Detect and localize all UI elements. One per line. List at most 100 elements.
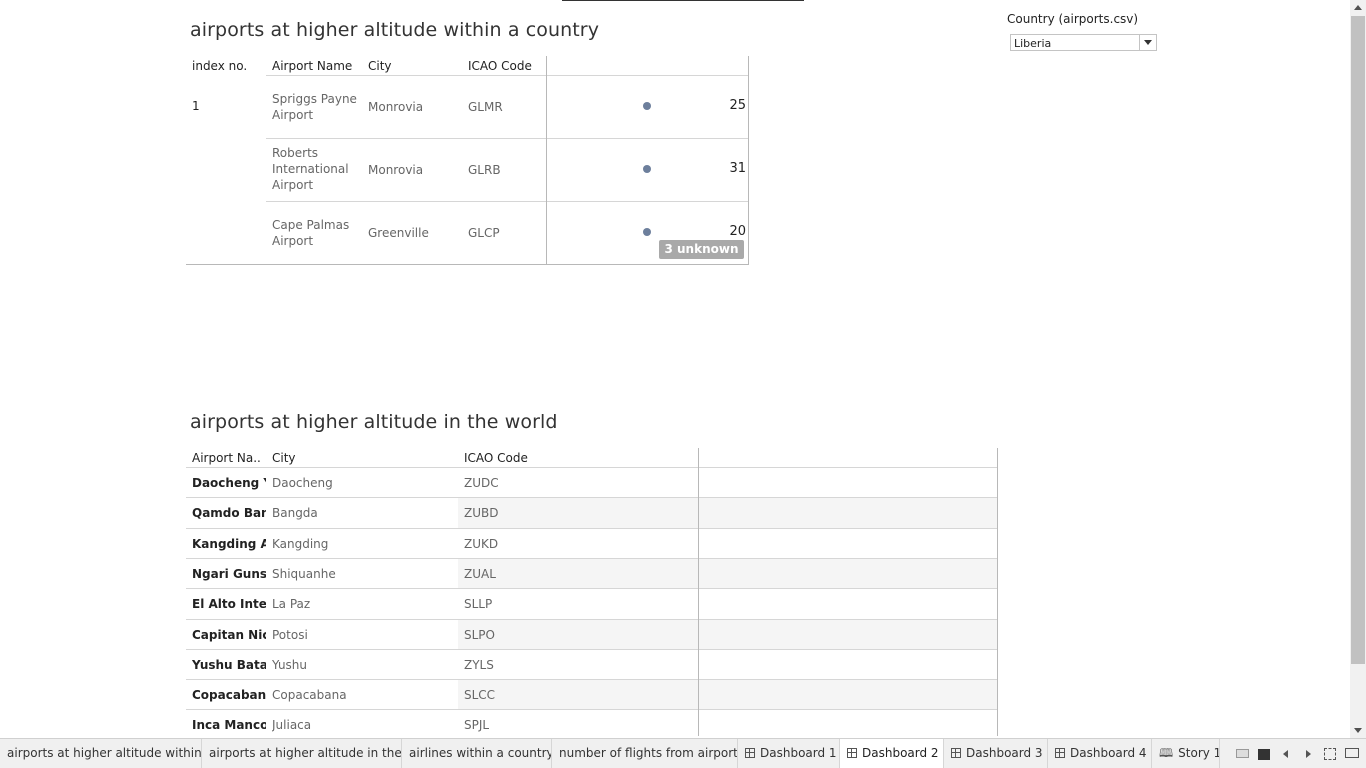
altitude-label: 25 [729, 98, 746, 113]
index-value[interactable]: 1 [192, 98, 200, 114]
table-row[interactable]: Inca Manco .. Juliaca SPJL [186, 709, 998, 736]
table-row[interactable]: Qamdo Ban.. Bangda ZUBD [186, 497, 998, 528]
icao-cell[interactable]: ZUBD [464, 498, 498, 528]
row-divider [266, 138, 749, 139]
city-cell[interactable]: La Paz [272, 589, 310, 619]
tab-dashboard-3[interactable]: Dashboard 3 [944, 739, 1048, 768]
icao-cell[interactable]: GLRB [468, 162, 501, 178]
story-icon: 🕮 [1159, 746, 1174, 760]
icao-cell[interactable]: SPJL [464, 710, 489, 740]
scroll-down-icon[interactable] [1354, 728, 1362, 733]
fullscreen-icon[interactable] [1324, 748, 1336, 760]
unknown-values-badge[interactable]: 3 unknown [659, 240, 744, 259]
dashboard-icon [847, 748, 857, 758]
icao-cell[interactable]: ZYLS [464, 650, 494, 680]
header-city[interactable]: City [272, 448, 296, 467]
icao-cell[interactable]: GLCP [468, 225, 500, 241]
city-cell[interactable]: Copacabana [272, 680, 347, 710]
city-cell[interactable]: Kangding [272, 529, 328, 559]
altitude-label: 31 [729, 161, 746, 176]
dashboard-icon [1055, 748, 1065, 758]
table-row[interactable]: Kangding Ai.. Kangding ZUKD [186, 528, 998, 558]
next-sheet-icon[interactable] [1306, 750, 1311, 758]
right-border [997, 448, 998, 736]
table-row[interactable]: Ngari Guns.. Shiquanhe ZUAL [186, 558, 998, 589]
header-icao[interactable]: ICAO Code [464, 448, 528, 467]
table-bottom-border [186, 264, 749, 265]
city-cell[interactable]: Monrovia [368, 162, 423, 178]
show-tabs-icon[interactable] [1258, 749, 1270, 760]
airport-name-cell[interactable]: Roberts International Airport [272, 145, 362, 193]
dashboard-icon [745, 748, 755, 758]
icao-cell[interactable]: ZUDC [464, 468, 499, 498]
city-cell[interactable]: Yushu [272, 650, 307, 680]
airport-name-cell[interactable]: Inca Manco .. [192, 710, 266, 740]
airport-name-cell[interactable]: Qamdo Ban.. [192, 498, 266, 528]
header-airport-name[interactable]: Airport Name [272, 56, 352, 76]
country-filter-dropdown[interactable]: Liberia [1010, 34, 1157, 51]
tab-story-1[interactable]: 🕮 Story 1 [1152, 739, 1220, 768]
country-filter-value: Liberia [1014, 37, 1052, 50]
scroll-up-icon[interactable] [1354, 5, 1362, 10]
icao-cell[interactable]: ZUAL [464, 559, 496, 589]
airport-name-cell[interactable]: Daocheng Y.. [192, 468, 266, 498]
tab-sheet-altitude-world[interactable]: airports at higher altitude in the ... [202, 739, 402, 768]
pane-divider [546, 56, 547, 264]
tab-dashboard-4[interactable]: Dashboard 4 [1048, 739, 1152, 768]
airport-name-cell[interactable]: Capitan Nic.. [192, 620, 266, 650]
top-divider [562, 0, 804, 1]
city-cell[interactable]: Monrovia [368, 99, 423, 115]
previous-sheet-icon[interactable] [1283, 750, 1288, 758]
sheet1-title: airports at higher altitude within a cou… [190, 19, 600, 41]
tab-sheet-altitude-country[interactable]: airports at higher altitude within ... [0, 739, 202, 768]
sheet1-table: index no. Airport Name City ICAO Code 1 … [186, 56, 749, 265]
header-airport-name[interactable]: Airport Na.. [192, 448, 261, 467]
table-row[interactable]: Yushu Bata.. Yushu ZYLS [186, 649, 998, 679]
sheet2-table: Airport Na.. City ICAO Code Daocheng Y..… [186, 448, 998, 736]
country-filter-title: Country (airports.csv) [1007, 12, 1139, 26]
table-row[interactable]: Daocheng Y.. Daocheng ZUDC [186, 467, 998, 497]
tab-dashboard-2[interactable]: Dashboard 2 [840, 739, 944, 768]
airport-name-cell[interactable]: El Alto Inte.. [192, 589, 266, 619]
city-cell[interactable]: Bangda [272, 498, 318, 528]
airport-name-cell[interactable]: Cape Palmas Airport [272, 217, 362, 249]
icao-cell[interactable]: SLPO [464, 620, 495, 650]
tab-dashboard-1[interactable]: Dashboard 1 [738, 739, 840, 768]
header-icao[interactable]: ICAO Code [468, 56, 532, 76]
icao-cell[interactable]: SLLP [464, 589, 492, 619]
table-row[interactable]: Copacaban.. Copacabana SLCC [186, 679, 998, 710]
chevron-down-icon[interactable] [1139, 35, 1156, 50]
sheet2-title: airports at higher altitude in the world [190, 411, 558, 433]
row-divider [266, 75, 749, 76]
airport-name-cell[interactable]: Copacaban.. [192, 680, 266, 710]
city-cell[interactable]: Greenville [368, 225, 429, 241]
tab-sheet-flights[interactable]: number of flights from airport [552, 739, 738, 768]
table-row[interactable]: El Alto Inte.. La Paz SLLP [186, 588, 998, 618]
airport-name-cell[interactable]: Ngari Guns.. [192, 559, 266, 589]
altitude-mark[interactable] [643, 102, 651, 110]
header-city[interactable]: City [368, 56, 392, 76]
city-cell[interactable]: Potosi [272, 620, 308, 650]
show-filmstrip-icon[interactable] [1236, 749, 1249, 758]
row-divider [266, 201, 749, 202]
presentation-mode-icon[interactable] [1345, 748, 1359, 758]
tab-sheet-airlines[interactable]: airlines within a country [402, 739, 552, 768]
right-border [748, 56, 749, 265]
airport-name-cell[interactable]: Spriggs Payne Airport [272, 91, 362, 123]
airport-name-cell[interactable]: Yushu Bata.. [192, 650, 266, 680]
header-index[interactable]: index no. [192, 56, 247, 76]
altitude-label: 20 [729, 224, 746, 239]
city-cell[interactable]: Juliaca [272, 710, 311, 740]
airport-name-cell[interactable]: Kangding Ai.. [192, 529, 266, 559]
table-row[interactable]: Capitan Nic.. Potosi SLPO [186, 619, 998, 650]
city-cell[interactable]: Daocheng [272, 468, 333, 498]
icao-cell[interactable]: SLCC [464, 680, 495, 710]
city-cell[interactable]: Shiquanhe [272, 559, 336, 589]
icao-cell[interactable]: ZUKD [464, 529, 498, 559]
icao-cell[interactable]: GLMR [468, 99, 503, 115]
altitude-mark[interactable] [643, 228, 651, 236]
altitude-mark[interactable] [643, 165, 651, 173]
dashboard-icon [951, 748, 961, 758]
vertical-scrollbar[interactable] [1350, 0, 1366, 738]
scrollbar-thumb[interactable] [1351, 16, 1365, 664]
